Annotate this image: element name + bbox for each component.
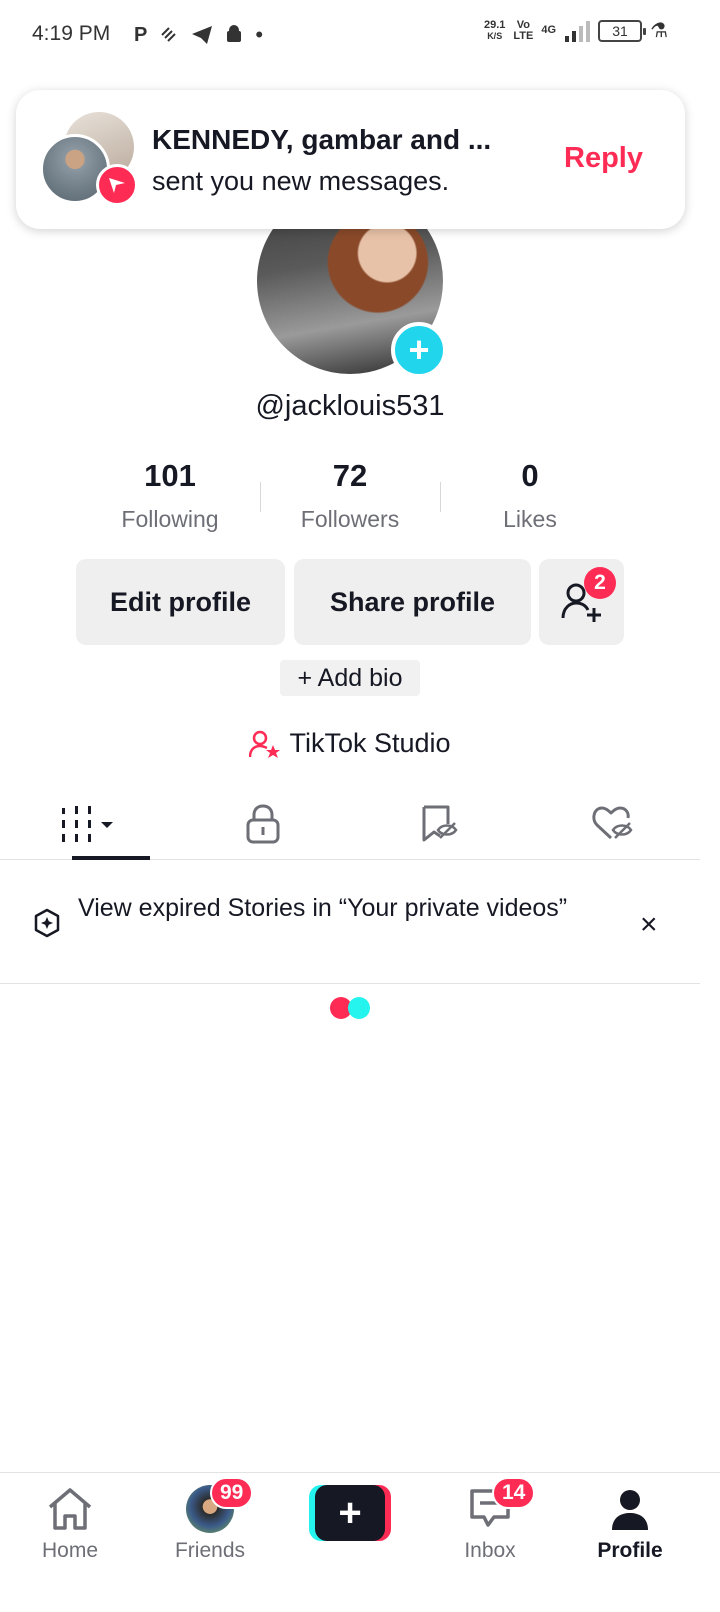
flask-icon: ⚗ bbox=[650, 20, 668, 42]
lock-icon bbox=[246, 804, 279, 844]
grid-icon bbox=[61, 806, 113, 842]
android-icon bbox=[227, 25, 242, 42]
add-story-button[interactable]: + bbox=[391, 322, 447, 378]
status-icons-left: P • bbox=[134, 22, 263, 48]
stat-label: Following bbox=[121, 506, 219, 532]
hidden-heart-icon bbox=[591, 806, 633, 840]
hidden-bookmark-icon bbox=[422, 805, 458, 842]
stat-value: 101 bbox=[144, 458, 196, 493]
plus-icon: + bbox=[315, 1485, 385, 1541]
notification-title: KENNEDY, gambar and ... bbox=[152, 124, 492, 155]
lte-label: LTE bbox=[513, 29, 534, 42]
satellite-icon bbox=[161, 27, 177, 42]
share-profile-button[interactable]: Share profile bbox=[294, 559, 531, 645]
close-icon[interactable]: × bbox=[640, 908, 658, 942]
add-friends-button[interactable]: 2 bbox=[539, 559, 624, 645]
loader-dot-cyan bbox=[348, 997, 370, 1019]
inbox-badge: 14 bbox=[492, 1477, 536, 1509]
profile-icon bbox=[612, 1490, 648, 1530]
nav-friends[interactable]: 99 Friends bbox=[140, 1477, 280, 1563]
battery-icon: 31 bbox=[598, 19, 647, 42]
stat-value: 0 bbox=[521, 458, 539, 493]
friends-badge: 99 bbox=[210, 1477, 254, 1509]
signal-icon bbox=[565, 20, 591, 42]
tab-videos[interactable] bbox=[0, 788, 175, 860]
nav-home-label: Home bbox=[41, 1539, 99, 1562]
loading-indicator bbox=[330, 997, 374, 1021]
expired-stories-text: View expired Stories in “Your private vi… bbox=[78, 894, 568, 922]
speed-unit: K/S bbox=[487, 30, 503, 41]
stat-likes[interactable]: 0 Likes bbox=[440, 458, 620, 538]
friend-requests-badge: 2 bbox=[584, 567, 616, 599]
stat-label: Likes bbox=[503, 506, 557, 532]
nav-friends-label: Friends bbox=[174, 1539, 246, 1562]
telegram-icon bbox=[192, 26, 213, 44]
stat-label: Followers bbox=[300, 506, 400, 532]
tiktok-studio-link[interactable]: TikTok Studio bbox=[0, 728, 700, 759]
username: @jacklouis531 bbox=[255, 390, 445, 422]
edit-profile-button[interactable]: Edit profile bbox=[76, 559, 285, 645]
expired-stories-banner[interactable]: View expired Stories in “Your private vi… bbox=[0, 862, 700, 984]
stat-followers[interactable]: 72 Followers bbox=[260, 458, 440, 538]
nav-home[interactable]: Home bbox=[0, 1485, 140, 1563]
status-icons-right: 29.1 K/S Vo LTE 4G 31 ⚗ bbox=[484, 18, 668, 43]
volte-indicator: Vo LTE bbox=[513, 18, 534, 42]
profile-stats: 101 Following 72 Followers 0 Likes bbox=[80, 458, 620, 538]
studio-label: TikTok Studio bbox=[289, 728, 451, 758]
message-notification[interactable]: KENNEDY, gambar and ... sent you new mes… bbox=[16, 90, 685, 229]
nav-profile-label: Profile bbox=[597, 1539, 663, 1562]
content-tabs bbox=[0, 788, 700, 860]
status-bar: 4:19 PM P • 29.1 K/S Vo LTE 4G 31 ⚗ bbox=[0, 0, 720, 72]
status-time: 4:19 PM bbox=[32, 22, 111, 45]
4g-label: 4G bbox=[541, 24, 557, 36]
nav-inbox[interactable]: 14 Inbox bbox=[420, 1477, 560, 1563]
story-icon bbox=[34, 908, 60, 938]
tab-private[interactable] bbox=[175, 788, 350, 860]
tab-liked[interactable] bbox=[525, 788, 700, 860]
4g-indicator: 4G bbox=[541, 25, 556, 36]
nav-profile[interactable]: Profile bbox=[560, 1485, 700, 1563]
dot-icon: • bbox=[255, 22, 264, 47]
home-icon bbox=[48, 1488, 92, 1530]
reply-button[interactable]: Reply bbox=[564, 142, 643, 175]
add-bio-button[interactable]: + Add bio bbox=[280, 660, 420, 696]
vo-label: Vo bbox=[516, 18, 531, 31]
network-speed: 29.1 K/S bbox=[483, 18, 506, 42]
send-icon bbox=[96, 164, 138, 206]
bottom-nav: Home 99 Friends + 14 Inbox Profile bbox=[0, 1472, 720, 1612]
create-button[interactable]: + bbox=[309, 1485, 391, 1541]
notification-body: sent you new messages. bbox=[152, 166, 450, 196]
studio-icon bbox=[249, 730, 281, 758]
speed-value: 29.1 bbox=[483, 18, 506, 31]
stat-value: 72 bbox=[332, 458, 368, 493]
p-icon: P bbox=[134, 23, 148, 46]
stat-following[interactable]: 101 Following bbox=[80, 458, 260, 538]
tab-reposts[interactable] bbox=[350, 788, 525, 860]
nav-inbox-label: Inbox bbox=[464, 1539, 516, 1562]
